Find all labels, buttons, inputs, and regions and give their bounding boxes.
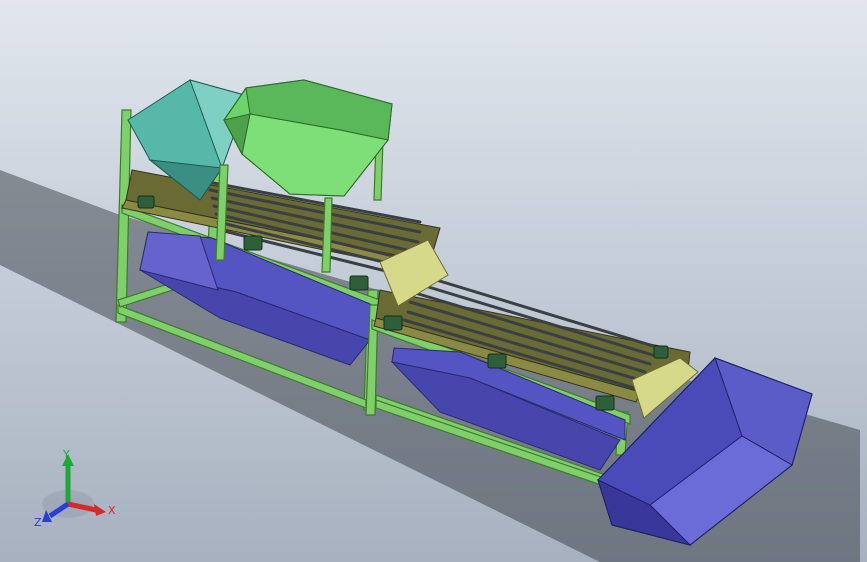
cad-viewport[interactable]: Y X Z <box>0 0 867 562</box>
green-feed-hopper <box>223 79 393 197</box>
y-axis-label: Y <box>62 448 70 461</box>
orientation-triad: Y X Z <box>34 448 116 529</box>
machine-model[interactable] <box>0 0 867 562</box>
x-axis-label: X <box>108 504 116 517</box>
z-axis-label: Z <box>34 516 42 529</box>
